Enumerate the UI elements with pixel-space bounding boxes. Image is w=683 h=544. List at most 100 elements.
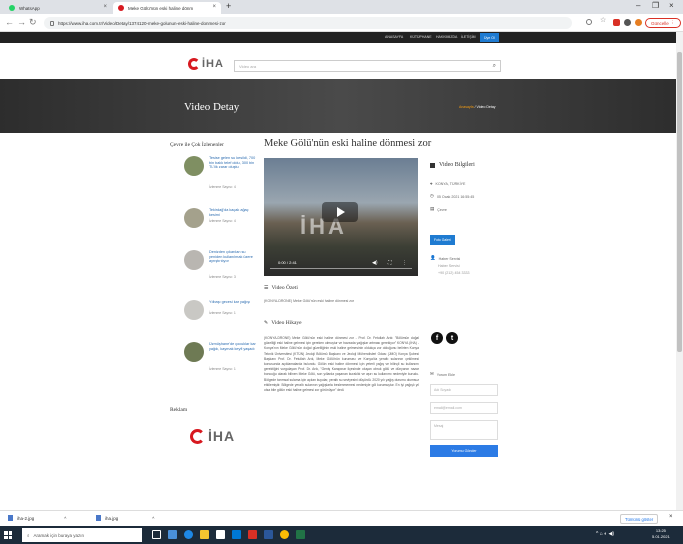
comment-icon: ✉ bbox=[430, 372, 434, 377]
file-explorer-icon[interactable] bbox=[200, 530, 209, 539]
extensions-puzzle-icon[interactable] bbox=[624, 19, 631, 26]
video-link[interactable]: Tesise gelen su kesildi, 700 bin balık t… bbox=[209, 156, 257, 170]
fullscreen-icon[interactable]: ⛶ bbox=[388, 260, 392, 266]
video-thumbnail[interactable] bbox=[184, 156, 204, 176]
pencil-icon: ✎ bbox=[264, 320, 269, 326]
reload-button[interactable]: ↻ bbox=[29, 17, 37, 28]
video-thumbnail[interactable] bbox=[184, 300, 204, 320]
site-top-nav: ANASAYFA KÜTÜPHANE HAKKIMIZDA İLETİŞİM Ü… bbox=[0, 32, 683, 43]
play-icon[interactable] bbox=[322, 202, 358, 222]
list-item[interactable]: Denizden çıkarılan su yeniden kullanılma… bbox=[184, 250, 254, 286]
extension-pdf-icon[interactable] bbox=[613, 19, 620, 26]
list-item[interactable]: Tekirdağ'da kaçak ağaç kesimi İzlenme Sa… bbox=[184, 208, 254, 244]
list-item[interactable]: Üzmüşhane'de çocuklar kar yağdı, kaymak … bbox=[184, 342, 257, 378]
comment-heading: ✉ Yorum Ekle bbox=[430, 372, 455, 377]
video-link[interactable]: Yılbaşı gecesi kar yağışı bbox=[209, 300, 257, 305]
tab-whatsapp[interactable]: WhatsApp × bbox=[4, 2, 112, 14]
search-icon[interactable]: ⌕ bbox=[493, 63, 496, 70]
comment-message-input[interactable]: Mesaj bbox=[430, 420, 498, 440]
close-tab-icon[interactable]: × bbox=[103, 4, 107, 10]
clock-date: 5.01.2021 bbox=[652, 534, 670, 539]
video-player[interactable]: İHA 0:00 / 2:41 ◀) ⛶ ⋮ bbox=[264, 158, 418, 276]
list-item[interactable]: Yılbaşı gecesi kar yağışı İzlenme Sayısı… bbox=[184, 300, 254, 336]
taskbar-search-input[interactable]: ⌕ Aramak için buraya yazın bbox=[22, 528, 142, 542]
close-downloads-icon[interactable]: × bbox=[669, 514, 673, 520]
show-all-downloads-button[interactable]: Tümünü göster bbox=[620, 514, 659, 524]
video-info-heading: Video Bilgileri bbox=[430, 162, 475, 168]
category-text: Çevre bbox=[437, 207, 447, 212]
photo-gallery-button[interactable]: Foto Galeri bbox=[430, 235, 455, 245]
app-explorer-icon[interactable] bbox=[168, 530, 177, 539]
view-count: İzlenme Sayısı: 3 bbox=[209, 275, 236, 279]
download-item[interactable]: iha.jpg ^ bbox=[96, 515, 154, 521]
nav-link-about[interactable]: HAKKIMIZDA bbox=[436, 35, 457, 39]
video-progress-bar[interactable] bbox=[270, 268, 412, 269]
video-link[interactable]: Tekirdağ'da kaçak ağaç kesimi bbox=[209, 208, 257, 217]
update-button[interactable]: Güncelle ⋮ bbox=[645, 18, 681, 28]
chrome-icon[interactable] bbox=[280, 530, 289, 539]
iha-logo[interactable]: İHA bbox=[188, 58, 224, 70]
video-thumbnail[interactable] bbox=[184, 208, 204, 228]
minimize-button[interactable]: – bbox=[636, 1, 640, 10]
social-buttons: f t bbox=[431, 332, 458, 344]
chevron-up-icon[interactable]: ^ bbox=[152, 516, 154, 521]
search-icon: ⌕ bbox=[27, 532, 30, 538]
search-input[interactable]: Video ara ⌕ bbox=[234, 60, 501, 72]
zoom-icon[interactable] bbox=[586, 19, 592, 25]
back-button[interactable]: ← bbox=[5, 17, 14, 27]
submit-comment-button[interactable]: Yorumu Gönder bbox=[430, 445, 498, 457]
info-title: Video Bilgileri bbox=[439, 162, 475, 168]
mail-icon[interactable] bbox=[232, 530, 241, 539]
browser-tab-strip: WhatsApp × Meke Gölü'nün eski haline dön… bbox=[0, 0, 683, 14]
nav-link-contact[interactable]: İLETİŞİM bbox=[461, 35, 476, 39]
windows-start-icon[interactable] bbox=[4, 531, 12, 539]
clock-icon: ◷ bbox=[430, 194, 434, 199]
system-tray[interactable]: ^ ⌂ ◐ ◀) bbox=[596, 531, 614, 537]
page-scrollbar[interactable] bbox=[676, 32, 683, 510]
summary-heading: ☰ Video Özeti bbox=[264, 285, 298, 291]
location-text: KONYA, TÜRKİYE bbox=[435, 182, 466, 186]
video-headline: Meke Gölü'nün eski haline dönmesi zor bbox=[264, 138, 432, 149]
more-options-icon[interactable]: ⋮ bbox=[402, 260, 407, 266]
address-bar[interactable]: https://www.iha.com.tr/Video/Detay/13741… bbox=[44, 17, 572, 29]
task-view-icon[interactable] bbox=[152, 530, 161, 539]
scrollbar-thumb[interactable] bbox=[677, 52, 682, 352]
store-icon[interactable] bbox=[216, 530, 225, 539]
nav-link-library[interactable]: KÜTÜPHANE bbox=[410, 35, 432, 39]
comment-email-input[interactable]: email@email.com bbox=[430, 402, 498, 414]
video-thumbnail[interactable] bbox=[184, 250, 204, 270]
taskbar-clock[interactable]: 13:25 5.01.2021 bbox=[652, 528, 670, 540]
chevron-up-icon[interactable]: ^ bbox=[64, 516, 66, 521]
edge-icon[interactable] bbox=[184, 530, 193, 539]
volume-icon[interactable]: ◀) bbox=[372, 260, 378, 266]
new-tab-button[interactable]: + bbox=[226, 1, 231, 11]
twitter-icon[interactable]: t bbox=[446, 332, 458, 344]
nav-link-home[interactable]: ANASAYFA bbox=[385, 35, 403, 39]
video-link[interactable]: Denizden çıkarılan su yeniden kullanılma… bbox=[209, 250, 257, 264]
update-label: Güncelle bbox=[651, 20, 669, 26]
video-thumbnail[interactable] bbox=[184, 342, 204, 362]
facebook-icon[interactable]: f bbox=[431, 332, 443, 344]
tab-iha-video[interactable]: Meke Gölü'nün eski haline dönm × bbox=[113, 2, 221, 14]
maximize-button[interactable]: ❐ bbox=[652, 1, 659, 10]
story-title: Video Hikaye bbox=[271, 320, 302, 326]
excel-icon[interactable] bbox=[296, 530, 305, 539]
profile-avatar[interactable] bbox=[635, 19, 642, 26]
comment-name-input[interactable]: Adı Soyadı bbox=[430, 384, 498, 396]
ad-iha-logo[interactable]: İHA bbox=[190, 428, 235, 444]
acrobat-icon[interactable] bbox=[248, 530, 257, 539]
whatsapp-icon bbox=[9, 5, 15, 11]
date-row: ◷ 05 Ocak 2021 16:55:45 bbox=[430, 194, 474, 199]
breadcrumb-home[interactable]: Anasayfa bbox=[459, 105, 474, 109]
name-placeholder: Adı Soyadı bbox=[434, 388, 452, 392]
signup-button[interactable]: Üye Ol bbox=[480, 33, 499, 42]
list-item[interactable]: Tesise gelen su kesildi, 700 bin balık t… bbox=[184, 156, 257, 192]
word-icon[interactable] bbox=[264, 530, 273, 539]
forward-button[interactable]: → bbox=[17, 17, 26, 27]
close-tab-icon[interactable]: × bbox=[212, 4, 216, 10]
download-item[interactable]: iha-2.jpg ^ bbox=[8, 515, 66, 521]
video-link[interactable]: Üzmüşhane'de çocuklar kar yağdı, kaymak … bbox=[209, 342, 257, 351]
star-icon[interactable]: ☆ bbox=[600, 16, 607, 24]
date-text: 05 Ocak 2021 16:55:45 bbox=[436, 194, 475, 199]
close-window-button[interactable]: × bbox=[669, 1, 674, 10]
